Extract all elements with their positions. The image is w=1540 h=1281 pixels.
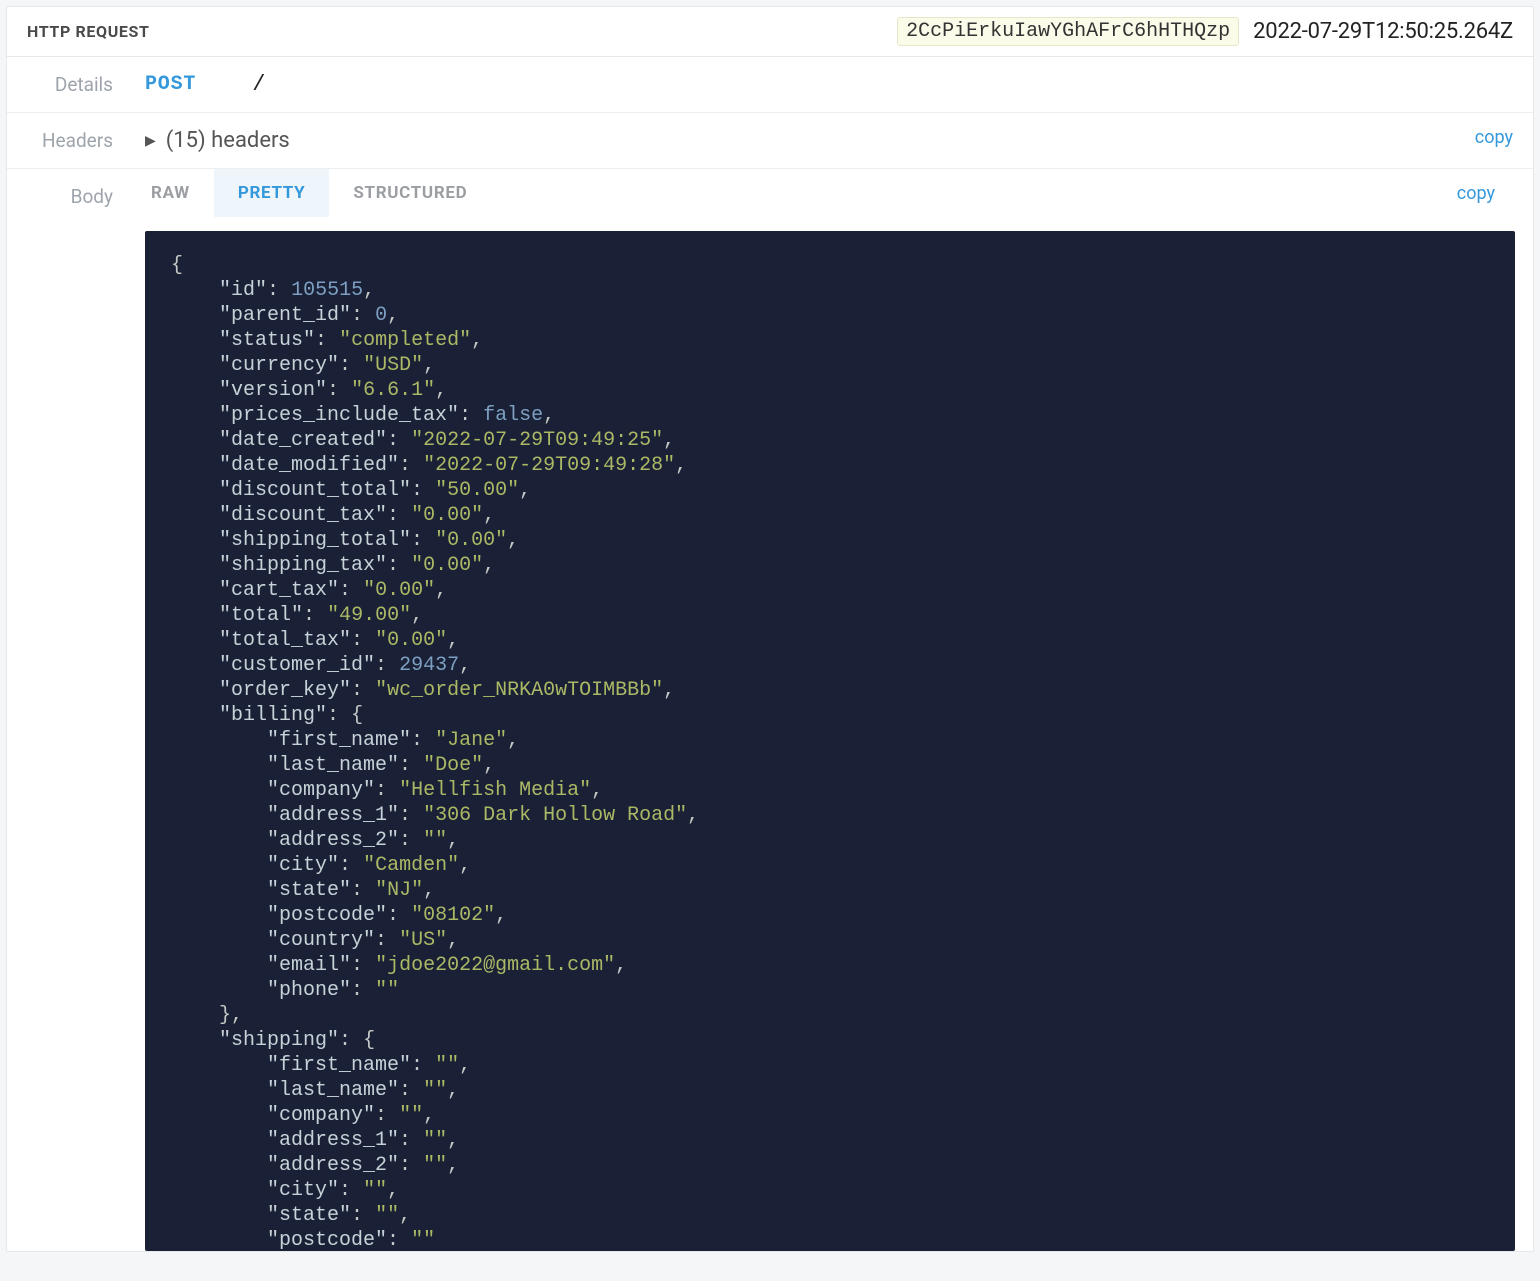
headers-toggle[interactable]: ▶ (15) headers xyxy=(145,128,290,153)
details-content: POST / xyxy=(127,57,1533,112)
copy-button[interactable]: copy xyxy=(1475,127,1513,148)
json-body-code[interactable]: { "id": 105515, "parent_id": 0, "status"… xyxy=(145,231,1515,1251)
headers-label: Headers xyxy=(7,113,127,168)
panel-title: HTTP REQUEST xyxy=(27,22,150,41)
http-method: POST xyxy=(145,73,196,96)
body-content: RAW PRETTY STRUCTURED copy { "id": 10551… xyxy=(127,169,1533,1251)
headers-content: ▶ (15) headers copy xyxy=(127,113,1533,168)
body-row: Body RAW PRETTY STRUCTURED copy { "id": … xyxy=(7,169,1533,1251)
request-timestamp: 2022-07-29T12:50:25.264Z xyxy=(1253,19,1513,44)
headers-count: (15) headers xyxy=(166,128,290,153)
body-label: Body xyxy=(7,169,127,1251)
request-id-chip[interactable]: 2CcPiErkuIawYGhAFrC6hHTHQzp xyxy=(897,17,1239,46)
panel-header: HTTP REQUEST 2CcPiErkuIawYGhAFrC6hHTHQzp… xyxy=(7,7,1533,57)
headers-row: Headers ▶ (15) headers copy xyxy=(7,113,1533,169)
tab-pretty[interactable]: PRETTY xyxy=(214,169,330,217)
body-tabs-wrap: RAW PRETTY STRUCTURED copy xyxy=(145,169,1515,217)
tab-raw[interactable]: RAW xyxy=(127,169,214,217)
http-request-panel: HTTP REQUEST 2CcPiErkuIawYGhAFrC6hHTHQzp… xyxy=(6,6,1534,1252)
chevron-right-icon: ▶ xyxy=(145,133,156,149)
details-label: Details xyxy=(7,57,127,112)
copy-button[interactable]: copy xyxy=(1457,183,1495,204)
tab-structured[interactable]: STRUCTURED xyxy=(329,169,491,217)
http-path: / xyxy=(252,72,265,97)
details-row: Details POST / xyxy=(7,57,1533,113)
body-tabs: RAW PRETTY STRUCTURED xyxy=(127,169,491,217)
